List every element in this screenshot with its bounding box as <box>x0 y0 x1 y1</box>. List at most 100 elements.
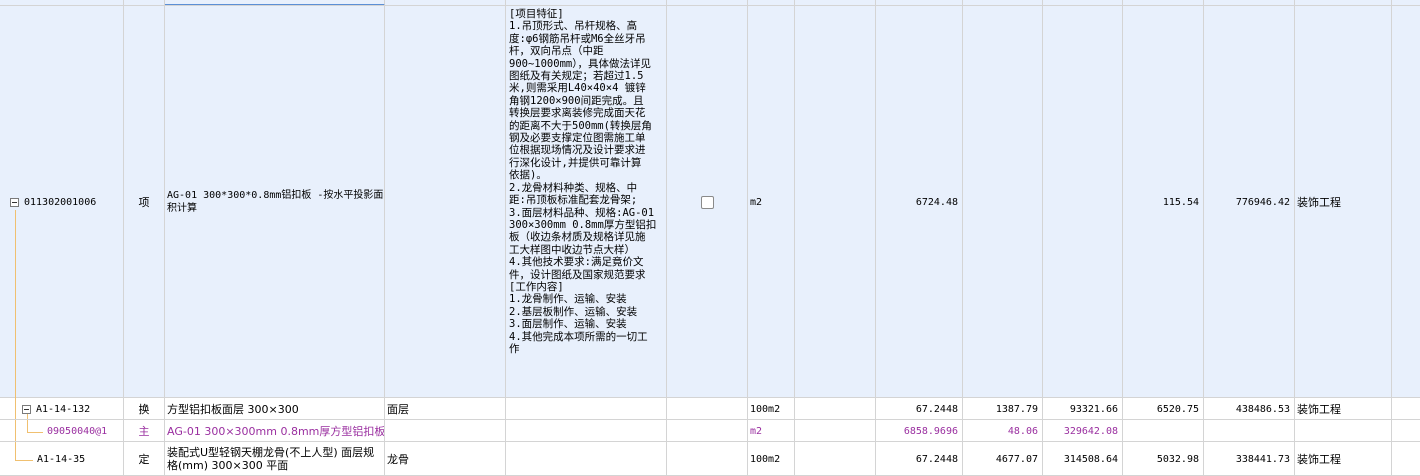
item-code: 011302001006 <box>24 196 97 208</box>
item-name: AG-01 300*300*0.8mm铝扣板 -按水平投影面积计算 <box>167 190 384 214</box>
quantity-cell[interactable]: 67.2448 <box>876 442 963 476</box>
code-cell[interactable]: 09050040@1 <box>0 420 124 442</box>
code-cell[interactable]: A1-14-132 <box>0 398 124 420</box>
row-checkbox[interactable] <box>700 195 714 209</box>
item-unit-price: 6520.75 <box>1156 403 1199 415</box>
item-unit: m2 <box>750 425 763 437</box>
total2-cell[interactable]: 338441.73 <box>1204 442 1295 476</box>
item-amount: 338441.73 <box>1235 453 1290 465</box>
checkbox-cell[interactable] <box>667 442 748 476</box>
item-quantity: 67.2448 <box>915 453 958 465</box>
item-amount: 776946.42 <box>1235 196 1290 208</box>
item-price: 4677.07 <box>995 453 1038 465</box>
item-category: 装饰工程 <box>1297 196 1341 209</box>
item-type: 换 <box>138 403 150 416</box>
price-cell[interactable]: 1387.79 <box>963 398 1043 420</box>
unit-cell[interactable]: m2 <box>748 420 795 442</box>
item-total: 314508.64 <box>1063 453 1118 465</box>
item-code: A1-14-132 <box>36 403 91 415</box>
item-spec: 龙骨 <box>387 453 409 466</box>
item-price: 1387.79 <box>995 403 1038 415</box>
name-cell[interactable]: 装配式U型轻钢天棚龙骨(不上人型) 面层规格(mm) 300×300 平面 <box>165 442 385 476</box>
total-cell[interactable] <box>1043 6 1123 398</box>
item-price: 48.06 <box>1007 425 1038 437</box>
type-cell[interactable]: 主 <box>124 420 165 442</box>
table-row[interactable]: A1-14-35 定 装配式U型轻钢天棚龙骨(不上人型) 面层规格(mm) 30… <box>0 442 1420 476</box>
item-category: 装饰工程 <box>1297 453 1341 466</box>
type-cell[interactable]: 项 <box>124 6 165 398</box>
item-name: AG-01 300×300mm 0.8mm厚方型铝扣板 <box>167 425 385 438</box>
total-cell[interactable]: 314508.64 <box>1043 442 1123 476</box>
checkbox-cell[interactable] <box>667 398 748 420</box>
item-category: 装饰工程 <box>1297 403 1341 416</box>
quantity-cell[interactable]: 6724.48 <box>876 6 963 398</box>
spec-cell[interactable]: 面层 <box>385 398 506 420</box>
checkbox-cell[interactable] <box>667 420 748 442</box>
features-cell[interactable] <box>506 420 667 442</box>
code-cell[interactable]: A1-14-35 <box>0 442 124 476</box>
name-cell[interactable]: AG-01 300*300*0.8mm铝扣板 -按水平投影面积计算 <box>165 6 385 398</box>
item-type: 项 <box>138 196 150 209</box>
code-cell[interactable]: 011302001006 <box>0 6 124 398</box>
total-cell[interactable]: 329642.08 <box>1043 420 1123 442</box>
total2-cell[interactable] <box>1204 420 1295 442</box>
category-cell[interactable]: 装饰工程 <box>1295 398 1392 420</box>
item-unit: m2 <box>750 196 763 208</box>
spec-cell[interactable] <box>385 420 506 442</box>
table-row[interactable]: 011302001006 项 AG-01 300*300*0.8mm铝扣板 -按… <box>0 6 1420 398</box>
type-cell[interactable]: 定 <box>124 442 165 476</box>
quantity-cell[interactable]: 67.2448 <box>876 398 963 420</box>
spec-cell[interactable]: 龙骨 <box>385 442 506 476</box>
item-unit-price: 5032.98 <box>1156 453 1199 465</box>
item-spec: 面层 <box>387 403 409 416</box>
category-cell[interactable]: 装饰工程 <box>1295 6 1392 398</box>
type-cell[interactable]: 换 <box>124 398 165 420</box>
item-code: 09050040@1 <box>47 425 108 437</box>
item-quantity: 67.2448 <box>915 403 958 415</box>
item-type: 主 <box>138 425 150 438</box>
item-unit-price: 115.54 <box>1162 196 1199 208</box>
unit-price2-cell[interactable]: 115.54 <box>1123 6 1204 398</box>
item-unit: 100m2 <box>750 403 781 415</box>
unit-price2-cell[interactable]: 5032.98 <box>1123 442 1204 476</box>
category-cell[interactable] <box>1295 420 1392 442</box>
category-cell[interactable]: 装饰工程 <box>1295 442 1392 476</box>
item-amount: 438486.53 <box>1235 403 1290 415</box>
features-cell[interactable] <box>506 398 667 420</box>
total2-cell[interactable]: 438486.53 <box>1204 398 1295 420</box>
blank-cell[interactable] <box>795 6 876 398</box>
quantity-cell[interactable]: 6858.9696 <box>876 420 963 442</box>
total2-cell[interactable]: 776946.42 <box>1204 6 1295 398</box>
item-total: 329642.08 <box>1063 425 1118 437</box>
collapse-icon[interactable] <box>22 404 31 414</box>
item-unit: 100m2 <box>750 453 781 465</box>
spec-cell[interactable] <box>385 6 506 398</box>
unit-cell[interactable]: 100m2 <box>748 398 795 420</box>
price-cell[interactable]: 4677.07 <box>963 442 1043 476</box>
features-cell[interactable]: [项目特征] 1.吊顶形式、吊杆规格、高 度:φ6钢筋吊杆或M6全丝牙吊 杆，双… <box>506 6 667 398</box>
name-cell[interactable]: AG-01 300×300mm 0.8mm厚方型铝扣板 <box>165 420 385 442</box>
item-name: 装配式U型轻钢天棚龙骨(不上人型) 面层规格(mm) 300×300 平面 <box>167 446 375 472</box>
table-row[interactable]: A1-14-132 换 方型铝扣板面层 300×300 面层 100m2 67.… <box>0 398 1420 420</box>
item-code: A1-14-35 <box>37 453 86 465</box>
blank-cell[interactable] <box>795 398 876 420</box>
item-name: 方型铝扣板面层 300×300 <box>167 403 299 416</box>
collapse-icon[interactable] <box>10 197 19 207</box>
item-quantity: 6858.9696 <box>903 425 958 437</box>
price-cell[interactable] <box>963 6 1043 398</box>
unit-price2-cell[interactable] <box>1123 420 1204 442</box>
item-total: 93321.66 <box>1069 403 1118 415</box>
item-type: 定 <box>138 453 150 466</box>
price-cell[interactable]: 48.06 <box>963 420 1043 442</box>
checkbox-cell[interactable] <box>667 6 748 398</box>
unit-price2-cell[interactable]: 6520.75 <box>1123 398 1204 420</box>
unit-cell[interactable]: 100m2 <box>748 442 795 476</box>
name-cell[interactable]: 方型铝扣板面层 300×300 <box>165 398 385 420</box>
features-cell[interactable] <box>506 442 667 476</box>
unit-cell[interactable]: m2 <box>748 6 795 398</box>
blank-cell[interactable] <box>795 442 876 476</box>
blank-cell[interactable] <box>795 420 876 442</box>
item-features: [项目特征] 1.吊顶形式、吊杆规格、高 度:φ6钢筋吊杆或M6全丝牙吊 杆，双… <box>509 8 657 355</box>
table-row[interactable]: 09050040@1 主 AG-01 300×300mm 0.8mm厚方型铝扣板… <box>0 420 1420 442</box>
total-cell[interactable]: 93321.66 <box>1043 398 1123 420</box>
